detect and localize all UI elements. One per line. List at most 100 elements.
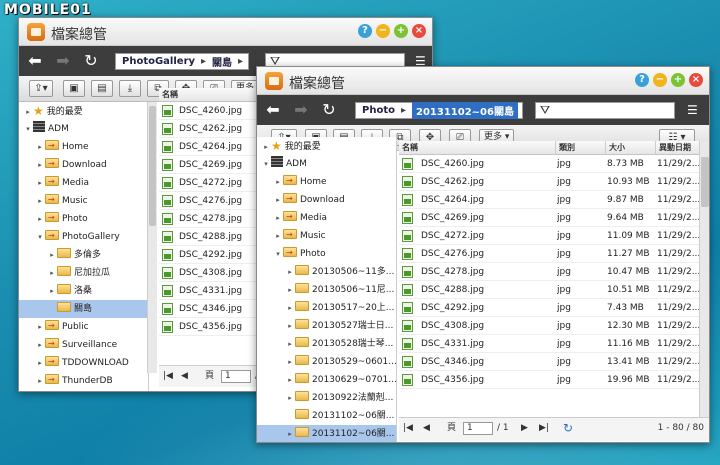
page-number-input[interactable]: 1 [221,370,251,383]
name-column-header[interactable]: 名稱 [159,88,178,102]
breadcrumb-item-current[interactable]: 20131102~06關島 [412,102,518,119]
tree-caret-icon[interactable]: ▸ [285,263,295,281]
new-folder-button[interactable]: ▣ [63,80,85,97]
tree-node[interactable]: ▸ 20130506~11多... [257,263,396,281]
breadcrumb-item[interactable]: PhotoGallery [122,56,195,67]
tree-caret-icon[interactable]: ▸ [35,336,45,354]
first-page-icon[interactable]: |◀ [163,366,173,386]
name-column-header[interactable]: 名稱 [399,141,418,155]
tree-node[interactable]: ▸ 尼加拉瓜 [19,264,148,282]
file-row[interactable]: DSC_4278.jpg [159,210,259,228]
file-row[interactable]: DSC_4278.jpg jpg 10.47 MB 11/29/2... [399,263,699,281]
prev-page-icon[interactable]: ◀ [423,418,430,438]
tree-caret-icon[interactable]: ▸ [35,318,45,336]
back-column-header[interactable]: 名稱 [159,88,259,102]
file-row[interactable]: DSC_4269.jpg [159,156,259,174]
forward-arrow-icon[interactable]: ➡ [291,100,311,120]
forward-arrow-icon[interactable]: ➡ [53,51,73,71]
close-icon[interactable]: × [412,24,426,38]
tree-caret-icon[interactable]: ▸ [35,372,45,390]
back-arrow-icon[interactable]: ⬅ [263,100,283,120]
page-refresh-icon[interactable]: ↻ [563,418,573,438]
tree-node[interactable]: ▸ Media [19,173,148,192]
tree-caret-icon[interactable]: ▸ [47,264,57,282]
tree-caret-icon[interactable]: ▸ [273,209,283,227]
back-tree-scrollbar[interactable] [147,102,157,373]
next-page-icon[interactable]: ▶ [521,418,528,438]
tree-caret-icon[interactable]: ▸ [35,174,45,192]
tree-caret-icon[interactable]: ▸ [285,425,295,442]
tree-caret-icon[interactable]: ▸ [285,281,295,299]
filter-input[interactable]: ⛛ [535,102,675,119]
prev-page-icon[interactable]: ◀ [181,366,188,386]
tree-caret-icon[interactable]: ▾ [35,228,45,246]
tree-node[interactable]: ▸ 20130528瑞士琴... [257,335,396,353]
file-row[interactable]: DSC_4288.jpg jpg 10.51 MB 11/29/2... [399,281,699,299]
back-titlebar[interactable]: 檔案總管 ? − + × [19,18,432,46]
tree-caret-icon[interactable]: ▸ [273,227,283,245]
date-column-header[interactable]: 異動日期 [655,141,691,155]
file-row[interactable]: DSC_4272.jpg jpg 11.09 MB 11/29/2... [399,227,699,245]
upload-button[interactable]: ⇪▾ [29,80,53,97]
tree-node[interactable]: ▸ Photo [19,209,148,228]
file-row[interactable]: DSC_4269.jpg jpg 9.64 MB 11/29/2... [399,209,699,227]
front-titlebar[interactable]: 檔案總管 ? − + × [257,67,709,95]
tree-node[interactable]: ▾ PhotoGallery [19,227,148,246]
tree-caret-icon[interactable]: ▸ [273,191,283,209]
maximize-icon[interactable]: + [394,24,408,38]
file-row[interactable]: DSC_4262.jpg [159,120,259,138]
tree-caret-icon[interactable]: ▸ [35,354,45,372]
tree-node[interactable]: ▸ Music [257,226,396,245]
file-row[interactable]: DSC_4260.jpg [159,102,259,120]
tree-caret-icon[interactable]: ▸ [35,210,45,228]
tree-node[interactable]: ▸ 20130527瑞士日... [257,317,396,335]
refresh-icon[interactable]: ↻ [81,51,101,71]
tree-caret-icon[interactable]: ▸ [285,371,295,389]
tree-node[interactable]: ▸ 20130629~0701... [257,371,396,389]
tree-caret-icon[interactable]: ▸ [285,299,295,317]
first-page-icon[interactable]: |◀ [403,418,413,438]
tree-caret-icon[interactable]: ▸ [285,317,295,335]
file-row[interactable]: DSC_4288.jpg [159,228,259,246]
file-row[interactable]: DSC_4346.jpg [159,300,259,318]
tree-caret-icon[interactable]: ▾ [23,120,33,138]
tree-node[interactable]: ▸ ★ 我的最愛 [257,137,396,155]
share-folder-button[interactable]: ▤ [91,80,113,97]
type-column-header[interactable]: 類別 [555,141,575,155]
tree-caret-icon[interactable]: ▸ [35,390,45,391]
page-number-input[interactable]: 1 [463,422,493,435]
file-row[interactable]: DSC_4308.jpg [159,264,259,282]
tree-node[interactable]: ▸ Music [19,191,148,210]
tree-caret-icon[interactable]: ▸ [285,389,295,407]
file-row[interactable]: DSC_4331.jpg jpg 11.16 MB 11/29/2... [399,335,699,353]
breadcrumb-item[interactable]: 關島 [212,54,232,69]
tree-caret-icon[interactable]: ▸ [47,282,57,300]
tree-node[interactable]: ▾ ADM [19,120,148,138]
minimize-icon[interactable]: − [653,73,667,87]
tree-node[interactable]: 20131102~06關... [257,407,396,425]
file-row[interactable]: DSC_4346.jpg jpg 13.41 MB 11/29/2... [399,353,699,371]
tree-node[interactable]: ▸ 20131102~06關... [257,425,396,442]
tree-caret-icon[interactable]: ▸ [285,335,295,353]
tree-node[interactable]: ▸ Download [257,190,396,209]
download-button[interactable]: ⤓ [119,80,141,97]
tree-caret-icon[interactable]: ▸ [47,246,57,264]
file-row[interactable]: DSC_4331.jpg [159,282,259,300]
tree-node[interactable]: ▸ Surveillance [19,335,148,354]
maximize-icon[interactable]: + [671,73,685,87]
tree-node[interactable]: ▸ ThunderDB [19,371,148,390]
help-icon[interactable]: ? [358,24,372,38]
tree-node[interactable]: ▸ Public [19,317,148,336]
last-page-icon[interactable]: ▶| [539,418,549,438]
help-icon[interactable]: ? [635,73,649,87]
file-row[interactable]: DSC_4292.jpg jpg 7.43 MB 11/29/2... [399,299,699,317]
file-row[interactable]: DSC_4356.jpg jpg 19.96 MB 11/29/2... [399,371,699,389]
tree-node[interactable]: ▸ Home [257,172,396,191]
file-row[interactable]: DSC_4264.jpg jpg 9.87 MB 11/29/2... [399,191,699,209]
tree-caret-icon[interactable]: ▸ [35,192,45,210]
file-row[interactable]: DSC_4308.jpg jpg 12.30 MB 11/29/2... [399,317,699,335]
file-row[interactable]: DSC_4276.jpg [159,192,259,210]
tree-caret-icon[interactable]: ▾ [261,155,271,173]
tree-caret-icon[interactable]: ▾ [273,245,283,263]
file-row[interactable]: DSC_4292.jpg [159,246,259,264]
